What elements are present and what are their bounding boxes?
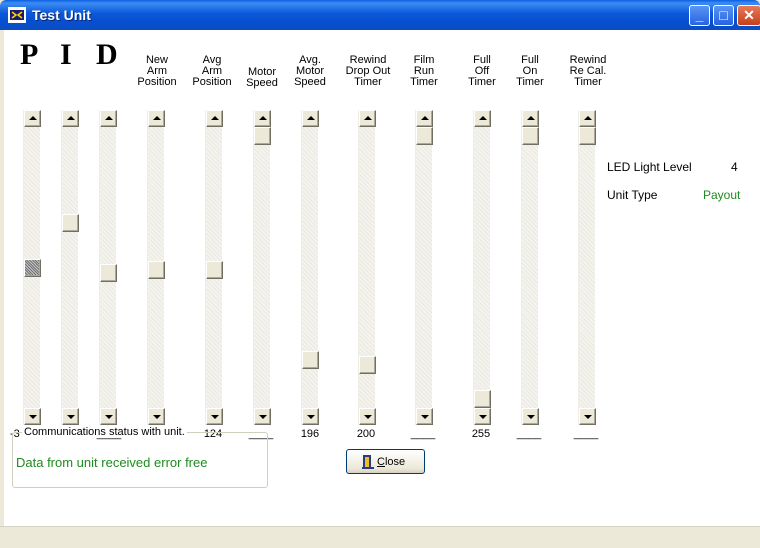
- scroll-up-arrow-icon[interactable]: [148, 110, 165, 127]
- slider-full-on-timer[interactable]: [521, 110, 539, 425]
- slider-rewind-drop-out-timer[interactable]: [358, 110, 376, 425]
- header-rewind-recal-timer: Rewind Re Cal. Timer: [569, 54, 607, 88]
- slider-thumb[interactable]: [359, 356, 376, 374]
- scroll-down-arrow-icon[interactable]: [302, 408, 319, 425]
- slider-full-off-timer[interactable]: [473, 110, 491, 425]
- close-button-label-rest: lose: [384, 456, 406, 468]
- scroll-down-arrow-icon[interactable]: [254, 408, 271, 425]
- header-d: D: [96, 38, 118, 71]
- scroll-down-arrow-icon[interactable]: [148, 408, 165, 425]
- unit-type-value: Payout: [703, 188, 741, 202]
- scroll-down-arrow-icon[interactable]: [62, 408, 79, 425]
- led-light-level-label: LED Light Level: [607, 160, 692, 174]
- app-icon: [8, 7, 26, 23]
- slider-i[interactable]: [61, 110, 79, 425]
- slider-thumb[interactable]: [579, 127, 596, 145]
- slider-avg-arm-position[interactable]: [205, 110, 223, 425]
- close-button[interactable]: Close: [346, 449, 425, 474]
- scroll-up-arrow-icon[interactable]: [359, 110, 376, 127]
- scroll-up-arrow-icon[interactable]: [474, 110, 491, 127]
- window-title: Test Unit: [32, 7, 91, 23]
- header-i: I: [60, 38, 72, 71]
- minimize-icon: _: [695, 7, 704, 23]
- status-bar: [0, 526, 760, 548]
- close-button-label: Close: [377, 456, 405, 468]
- scroll-up-arrow-icon[interactable]: [100, 110, 117, 127]
- header-full-off-timer: Full Off Timer: [468, 54, 496, 88]
- header-avg-arm-position: Avg Arm Position: [192, 54, 232, 88]
- scroll-down-arrow-icon[interactable]: [579, 408, 596, 425]
- value-avg-motor-speed: 196: [300, 428, 320, 440]
- scroll-up-arrow-icon[interactable]: [302, 110, 319, 127]
- scroll-down-arrow-icon[interactable]: [474, 408, 491, 425]
- communications-group-title: Communications status with unit.: [22, 426, 187, 438]
- close-icon: ✕: [743, 7, 755, 23]
- slider-thumb[interactable]: [254, 127, 271, 145]
- header-full-on-timer: Full On Timer: [516, 54, 544, 88]
- scroll-down-arrow-icon[interactable]: [522, 408, 539, 425]
- slider-thumb[interactable]: [62, 214, 79, 232]
- unit-type-label: Unit Type: [607, 188, 658, 202]
- header-p: P: [20, 38, 39, 71]
- slider-thumb[interactable]: [474, 390, 491, 408]
- header-motor-speed: Motor Speed: [246, 66, 278, 89]
- slider-avg-motor-speed[interactable]: [301, 110, 319, 425]
- slider-film-run-timer[interactable]: [415, 110, 433, 425]
- scroll-down-arrow-icon[interactable]: [359, 408, 376, 425]
- slider-thumb[interactable]: [100, 264, 117, 282]
- slider-p[interactable]: [23, 110, 41, 425]
- close-window-button[interactable]: ✕: [737, 5, 760, 26]
- door-icon: [362, 455, 374, 469]
- header-new-arm-position: New Arm Position: [137, 54, 177, 88]
- slider-thumb[interactable]: [302, 351, 319, 369]
- header-rewind-drop-out-timer: Rewind Drop Out Timer: [345, 54, 391, 88]
- scroll-down-arrow-icon[interactable]: [100, 408, 117, 425]
- value-rewind-recal-timer: ____: [573, 428, 599, 440]
- slider-thumb[interactable]: [24, 259, 41, 277]
- value-film-run-timer: ____: [410, 428, 436, 440]
- slider-thumb[interactable]: [522, 127, 539, 145]
- maximize-icon: □: [719, 7, 728, 23]
- scroll-up-arrow-icon[interactable]: [254, 110, 271, 127]
- slider-rewind-recal-timer[interactable]: [578, 110, 596, 425]
- value-full-on-timer: ____: [516, 428, 542, 440]
- test-unit-window: Test Unit _ □ ✕ P I D New Arm Position A…: [0, 0, 760, 548]
- scroll-up-arrow-icon[interactable]: [579, 110, 596, 127]
- communications-status-message: Data from unit received error free: [16, 455, 208, 470]
- scroll-up-arrow-icon[interactable]: [24, 110, 41, 127]
- minimize-button[interactable]: _: [689, 5, 710, 26]
- title-bar[interactable]: Test Unit _ □ ✕: [0, 0, 760, 30]
- slider-thumb[interactable]: [206, 261, 223, 279]
- scroll-down-arrow-icon[interactable]: [416, 408, 433, 425]
- header-avg-motor-speed: Avg. Motor Speed: [294, 54, 326, 88]
- slider-d[interactable]: [99, 110, 117, 425]
- scroll-down-arrow-icon[interactable]: [206, 408, 223, 425]
- header-film-run-timer: Film Run Timer: [410, 54, 438, 88]
- slider-motor-speed[interactable]: [253, 110, 271, 425]
- scroll-up-arrow-icon[interactable]: [206, 110, 223, 127]
- scroll-down-arrow-icon[interactable]: [24, 408, 41, 425]
- slider-new-arm-position[interactable]: [147, 110, 165, 425]
- scroll-up-arrow-icon[interactable]: [62, 110, 79, 127]
- led-light-level-value: 4: [731, 160, 738, 174]
- scroll-up-arrow-icon[interactable]: [416, 110, 433, 127]
- slider-thumb[interactable]: [416, 127, 433, 145]
- maximize-button[interactable]: □: [713, 5, 734, 26]
- scroll-up-arrow-icon[interactable]: [522, 110, 539, 127]
- close-button-accelerator: C: [377, 456, 385, 468]
- slider-thumb[interactable]: [148, 261, 165, 279]
- value-rewind-drop-out-timer: 200: [356, 428, 376, 440]
- value-full-off-timer: 255: [471, 428, 491, 440]
